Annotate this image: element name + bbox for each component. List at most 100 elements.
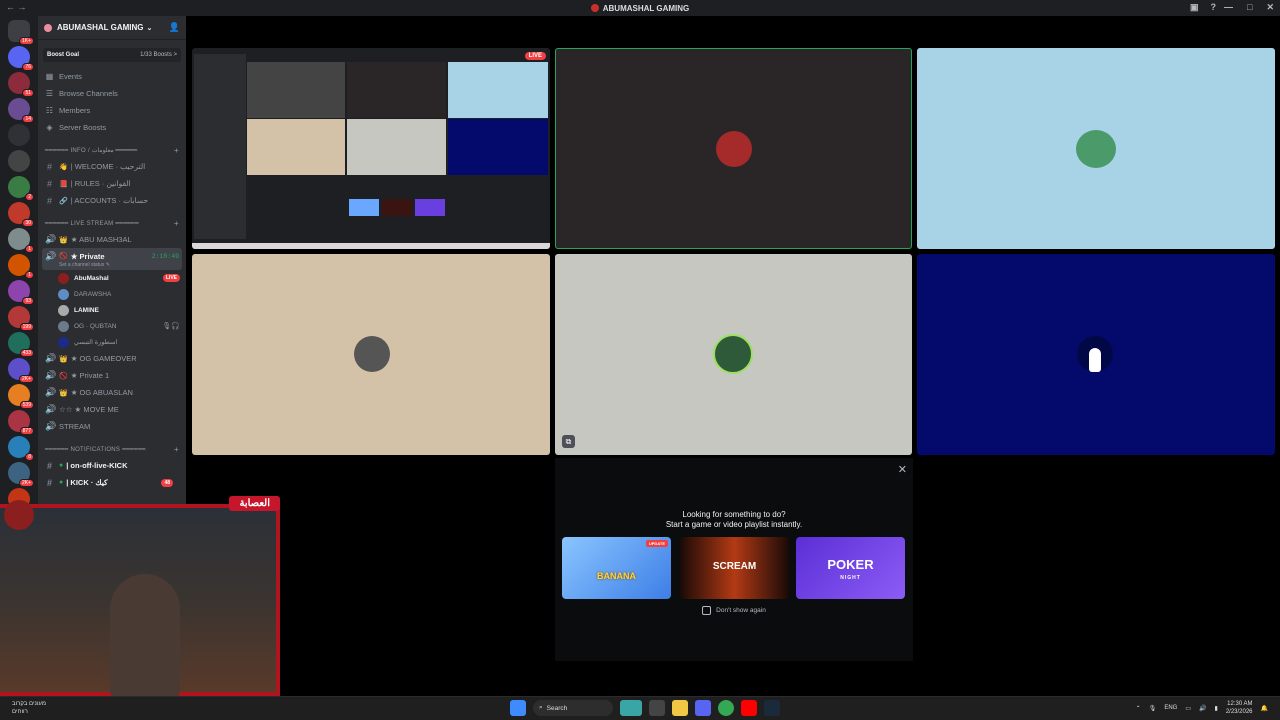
plus-icon[interactable]: + — [174, 445, 179, 454]
network-icon[interactable]: ▭ — [1185, 705, 1191, 712]
server-icon[interactable]: 1K+ — [8, 20, 34, 45]
server-icon[interactable]: 1 — [8, 254, 34, 279]
help-icon[interactable]: ? — [1211, 2, 1217, 13]
server-icon[interactable]: 30 — [8, 202, 34, 227]
video-tile-4[interactable]: ⧉ — [555, 254, 912, 455]
voice-user[interactable]: DARAWSHA — [38, 286, 186, 302]
voice-channel-stream[interactable]: 🔊 STREAM — [38, 418, 186, 435]
server-badge: 14 — [22, 115, 34, 123]
voice-channel-og-abuaslan[interactable]: 🔊 👑 ★ OG ABUASLAN — [38, 384, 186, 401]
speaker-icon: 🔊 — [45, 353, 57, 363]
boost-goal-value: 1/33 Boosts > — [140, 52, 177, 58]
voice-channel-abu-mash3al[interactable]: 🔊 👑 ★ ABU MASH3AL — [38, 231, 186, 248]
voice-user[interactable]: اسطورة التبسي — [38, 334, 186, 350]
shared-screen-thumb — [247, 62, 345, 118]
volume-icon[interactable]: 🔊 — [1199, 705, 1206, 712]
activity-card-scream[interactable]: SCREAM — [680, 537, 789, 599]
weather-widget[interactable]: מעונים בקרוב רווחים — [12, 700, 46, 716]
file-explorer-icon[interactable] — [672, 700, 688, 716]
widget-icon[interactable] — [620, 700, 642, 716]
nav-arrows[interactable]: ← → — [6, 2, 27, 12]
voice-user[interactable]: AbuMashal LIVE — [38, 270, 186, 286]
channel-status[interactable]: Set a channel status ✎ — [59, 262, 179, 268]
server-icon[interactable]: 877 — [8, 410, 34, 435]
server-icon[interactable]: 93 — [8, 280, 34, 305]
channel-accounts[interactable]: # 🔗 | ACCOUNTS · حسابات — [38, 192, 186, 209]
server-icon[interactable]: 76 — [8, 46, 34, 71]
microphone-icon[interactable]: 🎙 — [1149, 705, 1157, 712]
maximize-icon[interactable]: □ — [1247, 2, 1252, 13]
server-icon[interactable]: 433 — [8, 332, 34, 357]
close-icon[interactable]: ✕ — [898, 463, 907, 476]
chrome-icon[interactable] — [718, 700, 734, 716]
category-live-stream[interactable]: ━━━━━━ LIVE STREAM ━━━━━━ + — [38, 215, 186, 231]
server-header[interactable]: ABUMASHAL GAMING ⌄ 👤 — [38, 16, 186, 40]
screen-share-icon[interactable]: ⧉ — [562, 435, 575, 448]
taskbar: מעונים בקרוב רווחים ⌕ Search ⌃ 🎙 ENG ▭ 🔊 … — [0, 696, 1280, 720]
language-indicator[interactable]: ENG — [1164, 705, 1177, 711]
screen-share-tile[interactable]: LIVE — [192, 48, 550, 249]
youtube-icon[interactable] — [741, 700, 757, 716]
add-user-icon[interactable]: 👤 — [169, 22, 180, 33]
server-icon[interactable]: 2K+ — [8, 358, 34, 383]
server-icon[interactable]: 1 — [8, 228, 34, 253]
server-badge: 51 — [22, 89, 34, 97]
channel-kick[interactable]: # ● | KICK · كيك 48 — [38, 474, 186, 491]
category-notifications[interactable]: ━━━━━━ NOTIFICATIONS ━━━━━━ + — [38, 441, 186, 457]
menu-events[interactable]: ▦ Events — [38, 68, 186, 85]
voice-user[interactable]: LAMINE — [38, 302, 186, 318]
live-badge: LIVE — [162, 274, 180, 282]
channel-on-off-live-kick[interactable]: # ● | on-off-live-KICK — [38, 457, 186, 474]
task-view-icon[interactable] — [649, 700, 665, 716]
checkbox[interactable] — [702, 606, 712, 615]
video-tile-5[interactable] — [917, 254, 1275, 455]
server-icon[interactable]: 2K+ — [8, 462, 34, 487]
activity-card-poker[interactable]: POKER NIGHT — [796, 537, 905, 599]
server-icon[interactable]: 51 — [8, 72, 34, 97]
menu-browse-channels[interactable]: ☰ Browse Channels — [38, 85, 186, 102]
discord-icon[interactable] — [695, 700, 711, 716]
server-icon[interactable]: 199 — [8, 306, 34, 331]
plus-icon[interactable]: + — [174, 219, 179, 228]
boost-goal-label: Boost Goal — [47, 52, 80, 58]
battery-icon[interactable]: ▮ — [1215, 705, 1218, 712]
video-tile-3[interactable] — [192, 254, 550, 455]
voice-channel-og-gameover[interactable]: 🔊 👑 ★ OG GAMEOVER — [38, 350, 186, 367]
server-icon[interactable]: 2 — [8, 176, 34, 201]
shared-screen-thumb — [247, 119, 345, 175]
members-icon: ☷ — [45, 106, 54, 115]
server-icon[interactable]: 8 — [8, 436, 34, 461]
voice-channel-move-me[interactable]: 🔊 ☆☆ ★ MOVE ME — [38, 401, 186, 418]
server-icon[interactable]: 539 — [8, 384, 34, 409]
boost-goal-bar[interactable]: Boost Goal 1/33 Boosts > — [43, 48, 181, 62]
app-icon[interactable] — [764, 700, 780, 716]
server-icon[interactable] — [8, 124, 30, 146]
minimize-icon[interactable]: — — [1224, 2, 1233, 13]
plus-icon[interactable]: + — [174, 146, 179, 155]
server-icon[interactable]: 14 — [8, 98, 34, 123]
clock[interactable]: 12:30 AM 2/23/2026 — [1226, 700, 1253, 716]
person-silhouette — [110, 574, 180, 696]
user-avatar — [354, 336, 390, 372]
menu-server-boosts[interactable]: ◈ Server Boosts — [38, 119, 186, 136]
voice-channel-private-1[interactable]: 🔊 🚫 ★ Private 1 — [38, 367, 186, 384]
menu-members[interactable]: ☷ Members — [38, 102, 186, 119]
start-icon[interactable] — [510, 700, 526, 716]
activity-card-banana[interactable]: UPDATE BANANA — [562, 537, 671, 599]
chevron-up-icon[interactable]: ⌃ — [1136, 705, 1141, 712]
shared-screen-thumb — [448, 119, 548, 175]
channel-rules[interactable]: # 📕 | RULES · القوانين — [38, 175, 186, 192]
notification-icon[interactable]: 🔔 — [1261, 705, 1268, 712]
taskbar-search[interactable]: ⌕ Search — [533, 700, 613, 716]
close-icon[interactable]: ✕ — [1266, 2, 1274, 13]
dont-show-again[interactable]: Don't show again — [555, 606, 913, 615]
voice-channel-private[interactable]: 🔊 🚫 ★ Private 2:18:49 Set a channel status… — [42, 248, 182, 270]
video-tile-2[interactable] — [917, 48, 1275, 249]
server-icon[interactable] — [8, 150, 30, 172]
voice-user[interactable]: OG · QUBTAN 🎙🎧 — [38, 318, 186, 334]
inbox-icon[interactable]: ▣ — [1190, 2, 1199, 13]
channel-welcome[interactable]: # 👋 | WELCOME · الترحيب — [38, 158, 186, 175]
update-badge: UPDATE — [645, 540, 668, 547]
video-tile-1[interactable] — [555, 48, 912, 249]
category-info[interactable]: ━━━━━━ INFO / معلومات ━━━━━━ + — [38, 142, 186, 158]
